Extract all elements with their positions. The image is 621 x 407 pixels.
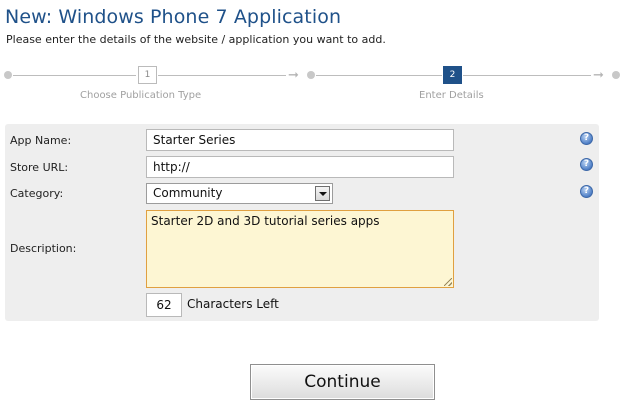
help-icon[interactable]: ? <box>580 158 593 171</box>
characters-left-count: 62 <box>146 293 182 317</box>
continue-button[interactable]: Continue <box>250 364 435 400</box>
help-icon[interactable]: ? <box>580 185 593 198</box>
page-title: New: Windows Phone 7 Application <box>5 6 342 28</box>
wizard-steps: 1 ➞ 2 ➞ Choose Publication Type Enter De… <box>0 62 621 102</box>
help-icon[interactable]: ? <box>580 132 593 145</box>
step-1-label: Choose Publication Type <box>80 90 202 101</box>
description-textarea[interactable]: Starter 2D and 3D tutorial series apps <box>146 210 454 288</box>
step-connector <box>463 75 591 76</box>
resize-grip-icon[interactable] <box>444 278 452 286</box>
store-url-label: Store URL: <box>10 161 69 174</box>
description-label: Description: <box>10 242 77 255</box>
step-dot <box>307 71 315 79</box>
step-connector <box>316 75 442 76</box>
step-2-number[interactable]: 2 <box>443 66 462 84</box>
step-2-label: Enter Details <box>419 90 484 101</box>
category-label: Category: <box>10 187 64 200</box>
category-select[interactable]: Community <box>146 183 333 204</box>
step-start-dot <box>4 71 12 79</box>
characters-left-label: Characters Left <box>187 297 279 311</box>
step-end-dot <box>612 71 620 79</box>
page-subtitle: Please enter the details of the website … <box>6 33 386 46</box>
arrow-right-icon: ➞ <box>593 68 604 83</box>
chevron-down-icon[interactable] <box>315 186 330 201</box>
app-name-input[interactable]: Starter Series <box>146 129 454 151</box>
page: New: Windows Phone 7 Application Please … <box>0 0 621 407</box>
app-name-label: App Name: <box>10 134 72 147</box>
step-connector <box>158 75 286 76</box>
description-text: Starter 2D and 3D tutorial series apps <box>151 214 380 228</box>
arrow-right-icon: ➞ <box>288 68 299 83</box>
step-connector <box>13 75 136 76</box>
step-1-number[interactable]: 1 <box>138 66 157 84</box>
category-selected-value: Community <box>153 186 223 200</box>
store-url-input[interactable]: http:// <box>146 156 454 178</box>
